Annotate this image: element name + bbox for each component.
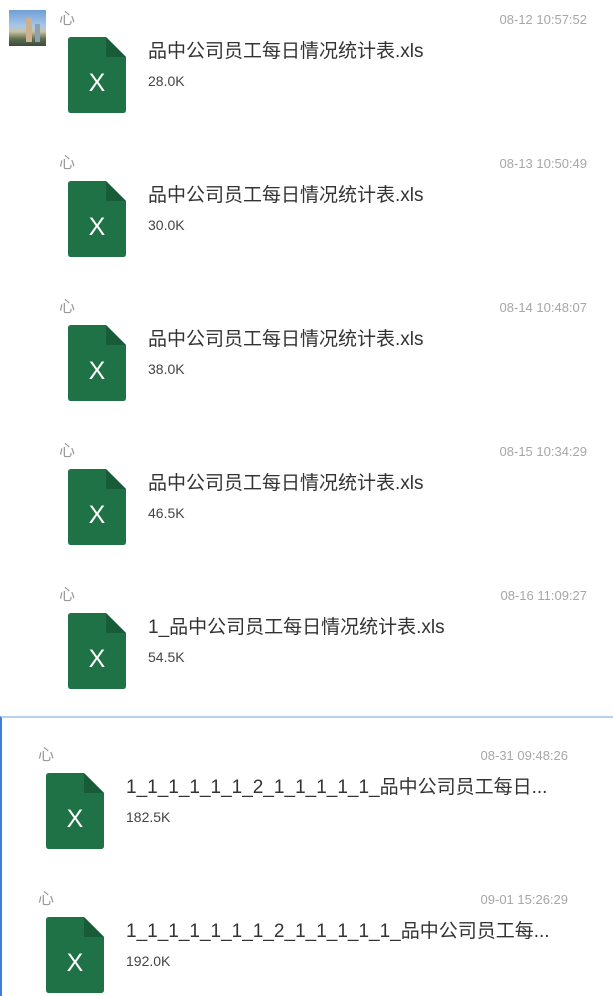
message-item: 心 08-13 10:50:49 X 品中公司员工每日情况统计表.xls 30.… xyxy=(0,144,613,288)
excel-letter: X xyxy=(67,949,84,977)
message-timestamp: 08-31 09:48:26 xyxy=(480,748,568,763)
excel-file-icon[interactable]: X xyxy=(68,613,126,689)
chat-history-top: 心 08-12 10:57:52 X 品中公司员工每日情况统计表.xls 28.… xyxy=(0,0,613,716)
message-timestamp: 08-14 10:48:07 xyxy=(499,300,587,315)
file-name-link[interactable]: 1_1_1_1_1_1_2_1_1_1_1_1_品中公司员工每日... xyxy=(126,776,556,800)
file-size: 38.0K xyxy=(148,361,185,377)
message-timestamp: 08-12 10:57:52 xyxy=(499,12,587,27)
file-size: 182.5K xyxy=(126,809,171,825)
file-size: 46.5K xyxy=(148,505,185,521)
file-size: 192.0K xyxy=(126,953,171,969)
message-timestamp: 08-16 11:09:27 xyxy=(500,588,588,603)
sender-name: 心 xyxy=(38,747,55,764)
excel-letter: X xyxy=(89,501,106,529)
avatar-building xyxy=(26,18,32,42)
file-name-link[interactable]: 品中公司员工每日情况统计表.xls xyxy=(148,472,588,496)
message-timestamp: 08-13 10:50:49 xyxy=(499,156,587,171)
excel-letter: X xyxy=(89,69,106,97)
chat-history-bottom: 心 08-31 09:48:26 X 1_1_1_1_1_1_2_1_1_1_1… xyxy=(0,716,613,996)
message-item: 心 08-16 11:09:27 X 1_品中公司员工每日情况统计表.xls 5… xyxy=(0,576,613,716)
file-name-link[interactable]: 1_1_1_1_1_1_1_2_1_1_1_1_1_品中公司员工每... xyxy=(126,920,556,944)
excel-file-icon[interactable]: X xyxy=(68,325,126,401)
file-name-link[interactable]: 品中公司员工每日情况统计表.xls xyxy=(148,184,588,208)
message-item: 心 08-15 10:34:29 X 品中公司员工每日情况统计表.xls 46.… xyxy=(0,432,613,576)
sender-name: 心 xyxy=(59,11,76,28)
excel-file-icon[interactable]: X xyxy=(46,917,104,993)
excel-file-icon[interactable]: X xyxy=(68,181,126,257)
file-name-link[interactable]: 1_品中公司员工每日情况统计表.xls xyxy=(148,616,588,640)
file-name-link[interactable]: 品中公司员工每日情况统计表.xls xyxy=(148,328,588,352)
message-item: 心 08-12 10:57:52 X 品中公司员工每日情况统计表.xls 28.… xyxy=(0,0,613,144)
sender-name: 心 xyxy=(38,891,55,908)
avatar-building xyxy=(35,24,40,42)
message-item: 心 08-14 10:48:07 X 品中公司员工每日情况统计表.xls 38.… xyxy=(0,288,613,432)
excel-letter: X xyxy=(89,357,106,385)
message-timestamp: 09-01 15:26:29 xyxy=(480,892,568,907)
excel-file-icon[interactable]: X xyxy=(68,37,126,113)
message-item: 心 09-01 15:26:29 X 1_1_1_1_1_1_1_2_1_1_1… xyxy=(2,880,613,996)
file-size: 54.5K xyxy=(148,649,185,665)
excel-letter: X xyxy=(89,645,106,673)
sender-name: 心 xyxy=(59,299,76,316)
sender-name: 心 xyxy=(59,155,76,172)
excel-file-icon[interactable]: X xyxy=(46,773,104,849)
avatar[interactable] xyxy=(9,10,46,46)
file-size: 30.0K xyxy=(148,217,185,233)
excel-letter: X xyxy=(67,805,84,833)
message-timestamp: 08-15 10:34:29 xyxy=(499,444,587,459)
excel-file-icon[interactable]: X xyxy=(68,469,126,545)
file-size: 28.0K xyxy=(148,73,185,89)
sender-name: 心 xyxy=(59,587,76,604)
message-item: 心 08-31 09:48:26 X 1_1_1_1_1_1_2_1_1_1_1… xyxy=(2,736,613,880)
excel-letter: X xyxy=(89,213,106,241)
file-name-link[interactable]: 品中公司员工每日情况统计表.xls xyxy=(148,40,588,64)
sender-name: 心 xyxy=(59,443,76,460)
